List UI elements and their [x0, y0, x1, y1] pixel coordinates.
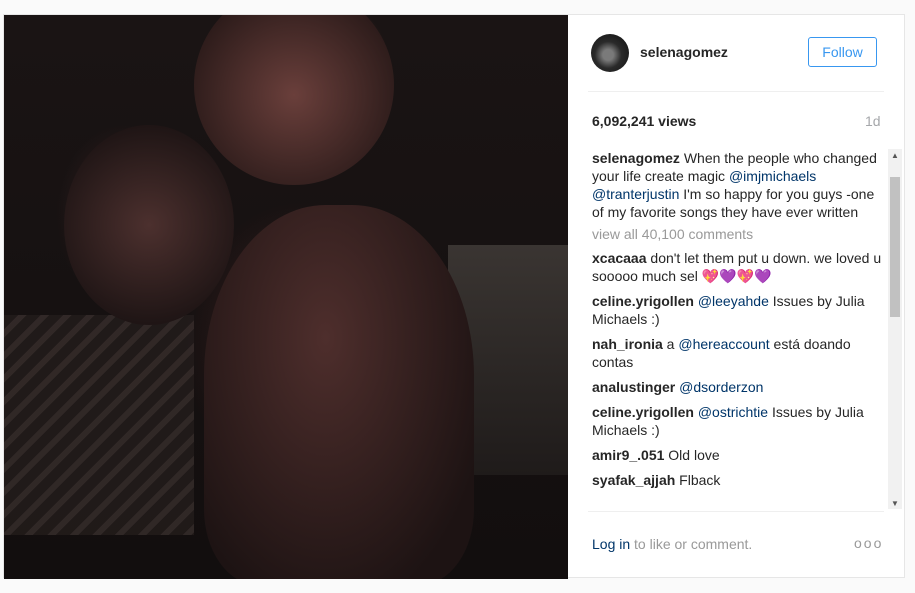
comment-username[interactable]: analustinger: [592, 379, 675, 395]
scroll-down-arrow-icon[interactable]: ▼: [888, 497, 902, 509]
comment-mention[interactable]: @ostrichtie: [698, 404, 768, 420]
header-username[interactable]: selenagomez: [640, 44, 728, 60]
comment-username[interactable]: syafak_ajjah: [592, 472, 675, 488]
more-options-icon[interactable]: ooo: [854, 535, 883, 551]
comment-username[interactable]: amir9_.051: [592, 447, 664, 463]
comment-list[interactable]: selenagomez When the people who changed …: [592, 149, 882, 509]
view-all-comments-link[interactable]: view all 40,100 comments: [592, 225, 882, 243]
comment-item: analustinger @dsorderzon: [592, 378, 882, 396]
comment-item: nah_ironia a @hereaccount está doando co…: [592, 335, 882, 371]
video-face-left: [64, 125, 234, 325]
post-sidebar: selenagomez Follow 6,092,241 views 1d se…: [568, 15, 904, 577]
login-prompt: Log in to like or comment.: [592, 536, 752, 552]
comment-text: a: [662, 336, 679, 352]
login-prompt-text: to like or comment.: [630, 536, 753, 552]
post-time[interactable]: 1d: [865, 113, 881, 129]
comment-text: Flback: [675, 472, 721, 488]
comments-scrollbar[interactable]: ▲ ▼: [888, 149, 902, 509]
comment-item: celine.yrigollen @ostrichtie Issues by J…: [592, 403, 882, 439]
scrollbar-thumb[interactable]: [890, 177, 900, 317]
comment-item: xcacaaa don't let them put u down. we lo…: [592, 249, 882, 285]
comment-username[interactable]: xcacaaa: [592, 250, 647, 266]
comment-item: amir9_.051 Old love: [592, 446, 882, 464]
login-link[interactable]: Log in: [592, 536, 630, 552]
caption-username[interactable]: selenagomez: [592, 150, 680, 166]
avatar[interactable]: [591, 34, 629, 72]
caption-mention[interactable]: @imjmichaels: [729, 168, 816, 184]
comment-text: Old love: [664, 447, 720, 463]
comment-username[interactable]: celine.yrigollen: [592, 293, 694, 309]
comment-username[interactable]: nah_ironia: [592, 336, 663, 352]
follow-button[interactable]: Follow: [808, 37, 877, 67]
post-footer: Log in to like or comment. ooo: [588, 511, 884, 572]
post-caption: selenagomez When the people who changed …: [592, 149, 882, 221]
view-count: 6,092,241 views: [592, 113, 697, 129]
comment-mention[interactable]: @hereaccount: [678, 336, 769, 352]
post-header: selenagomez Follow: [588, 15, 884, 92]
post-video[interactable]: [4, 15, 568, 579]
comment-username[interactable]: celine.yrigollen: [592, 404, 694, 420]
video-face-right: [194, 15, 394, 185]
scroll-up-arrow-icon[interactable]: ▲: [888, 149, 902, 161]
caption-mention[interactable]: @tranterjustin: [592, 186, 679, 202]
video-figure: [204, 205, 474, 579]
comment-mention[interactable]: @leeyahde: [698, 293, 769, 309]
striped-shirt: [4, 315, 194, 535]
comment-mention[interactable]: @dsorderzon: [679, 379, 763, 395]
comment-item: celine.yrigollen @leeyahde Issues by Jul…: [592, 292, 882, 328]
comment-item: syafak_ajjah Flback: [592, 471, 882, 489]
post-modal: selenagomez Follow 6,092,241 views 1d se…: [3, 14, 905, 579]
